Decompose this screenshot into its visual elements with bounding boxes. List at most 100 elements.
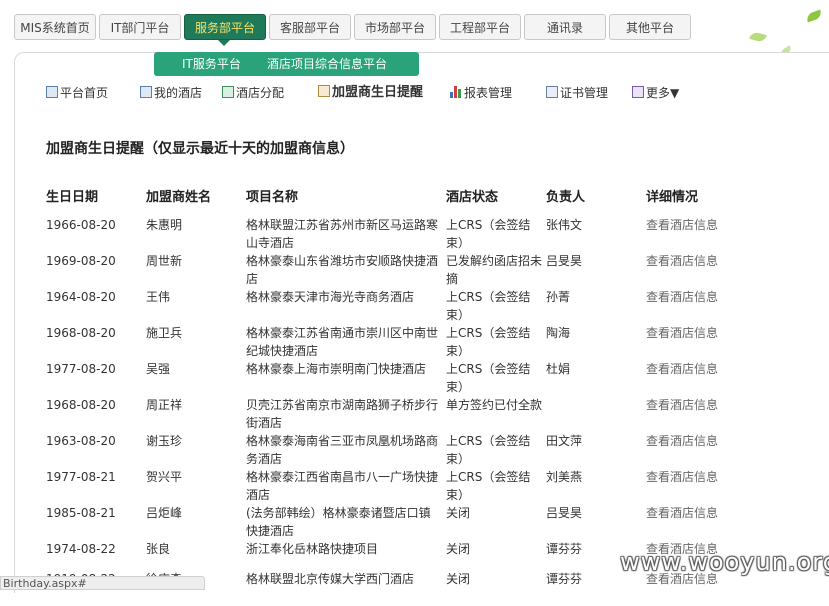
cell-hotel-status: 上CRS（会签结束） — [446, 470, 531, 502]
tab-it-platform[interactable]: IT部门平台 — [99, 14, 181, 40]
cell-hotel-status: 上CRS（会签结束） — [446, 362, 531, 394]
table-row: 1977-08-21 贺兴平 格林豪泰江西省南昌市八一广场快捷酒店 上CRS（会… — [46, 468, 766, 504]
cell-project-name: 格林联盟北京传媒大学西门酒店 — [246, 572, 415, 586]
cell-franchisee-name: 王伟 — [146, 290, 171, 304]
cell-birthday: 1974-08-22 — [46, 542, 116, 556]
view-hotel-info-link[interactable]: 查看酒店信息 — [646, 216, 756, 234]
cell-franchisee-name: 张良 — [146, 542, 171, 556]
cell-hotel-status: 已发解约函店招未摘 — [446, 254, 543, 286]
share-icon — [222, 86, 234, 98]
toolbar-item-birthday-reminder[interactable]: 加盟商生日提醒 — [318, 84, 423, 102]
toolbar-item-certificate-management[interactable]: 证书管理 — [546, 84, 608, 102]
page-icon — [140, 86, 152, 98]
sub-tab-it-service[interactable]: IT服务平台 — [182, 52, 241, 76]
cell-owner: 吕旻昊 — [546, 506, 583, 520]
top-navigation: MIS系统首页 IT部门平台 服务部平台 客服部平台 市场部平台 工程部平台 通… — [0, 14, 829, 42]
cell-owner: 吕旻昊 — [546, 254, 583, 268]
cell-birthday: 1968-08-20 — [46, 326, 116, 340]
cell-project-name: 浙江奉化岳林路快捷项目 — [246, 542, 379, 556]
view-hotel-info-link[interactable]: 查看酒店信息 — [646, 432, 756, 450]
table-row: 1977-08-20 吴强 格林豪泰上海市崇明南门快捷酒店 上CRS（会签结束）… — [46, 360, 766, 396]
cell-hotel-status: 上CRS（会签结束） — [446, 290, 531, 322]
column-header-hotel-status: 酒店状态 — [446, 190, 499, 205]
cell-birthday: 1977-08-21 — [46, 470, 116, 484]
tab-engineering-platform[interactable]: 工程部平台 — [439, 14, 521, 40]
table-row: 1963-08-20 谢玉珍 格林豪泰海南省三亚市凤凰机场路商务酒店 上CRS（… — [46, 432, 766, 468]
column-header-details: 详细情况 — [646, 190, 699, 205]
view-hotel-info-link[interactable]: 查看酒店信息 — [646, 360, 756, 378]
cell-franchisee-name: 贺兴平 — [146, 470, 183, 484]
tab-customer-service-platform[interactable]: 客服部平台 — [269, 14, 351, 40]
cell-hotel-status: 上CRS（会签结束） — [446, 218, 531, 250]
toolbar-item-more[interactable]: 更多▼ — [632, 84, 679, 102]
column-header-project-name: 项目名称 — [246, 190, 299, 205]
tab-other-platforms[interactable]: 其他平台 — [609, 14, 691, 40]
cell-project-name: 格林豪泰海南省三亚市凤凰机场路商务酒店 — [246, 434, 439, 466]
toolbar-item-platform-home[interactable]: 平台首页 — [46, 84, 108, 102]
cell-project-name: (法务部韩绘）格林豪泰诸暨店口镇快捷酒店 — [246, 506, 431, 538]
view-hotel-info-link[interactable]: 查看酒店信息 — [646, 504, 756, 522]
cell-franchisee-name: 周世新 — [146, 254, 183, 268]
cell-hotel-status: 上CRS（会签结束） — [446, 434, 531, 466]
cell-owner: 孙菁 — [546, 290, 571, 304]
cell-birthday: 1977-08-20 — [46, 362, 116, 376]
tab-mis-home[interactable]: MIS系统首页 — [14, 14, 96, 40]
column-header-birthday: 生日日期 — [46, 190, 99, 205]
view-hotel-info-link[interactable]: 查看酒店信息 — [646, 324, 756, 342]
toolbar-item-hotel-assign[interactable]: 酒店分配 — [222, 84, 284, 102]
column-header-owner: 负责人 — [546, 190, 586, 205]
toolbar-label: 我的酒店 — [154, 86, 203, 100]
tab-service-platform[interactable]: 服务部平台 — [184, 14, 266, 40]
toolbar-label: 报表管理 — [464, 86, 513, 100]
cell-project-name: 格林豪泰江西省南昌市八一广场快捷酒店 — [246, 470, 439, 502]
toolbar-item-report-management[interactable]: 报表管理 — [450, 84, 512, 102]
cell-hotel-status: 关闭 — [446, 506, 471, 520]
sub-navigation: IT服务平台 酒店项目综合信息平台 — [154, 52, 419, 76]
table-row: 1966-08-20 朱惠明 格林联盟江苏省苏州市新区马运路寒山寺酒店 上CRS… — [46, 216, 766, 252]
tab-marketing-platform[interactable]: 市场部平台 — [354, 14, 436, 40]
cell-franchisee-name: 施卫兵 — [146, 326, 183, 340]
tab-contacts[interactable]: 通讯录 — [524, 14, 606, 40]
more-icon — [632, 86, 644, 98]
toolbar-label: 证书管理 — [560, 86, 609, 100]
cell-project-name: 格林豪泰江苏省南通市崇川区中南世纪城快捷酒店 — [246, 326, 439, 358]
cell-hotel-status: 关闭 — [446, 542, 471, 556]
toolbar: 平台首页 我的酒店 酒店分配 加盟商生日提醒 报表管理 证书管理 更多▼ — [46, 84, 746, 104]
cell-birthday: 1985-08-21 — [46, 506, 116, 520]
view-hotel-info-link[interactable]: 查看酒店信息 — [646, 396, 756, 414]
sub-tab-hotel-project-info[interactable]: 酒店项目综合信息平台 — [267, 52, 387, 76]
view-hotel-info-link[interactable]: 查看酒店信息 — [646, 468, 756, 486]
view-hotel-info-link[interactable]: 查看酒店信息 — [646, 252, 756, 270]
cell-owner: 杜娟 — [546, 362, 571, 376]
toolbar-label: 更多▼ — [646, 86, 680, 100]
view-hotel-info-link[interactable]: 查看酒店信息 — [646, 288, 756, 306]
certificate-icon — [546, 86, 558, 98]
cell-project-name: 格林豪泰上海市崇明南门快捷酒店 — [246, 362, 427, 376]
cell-project-name: 格林豪泰山东省潍坊市安顺路快捷酒店 — [246, 254, 439, 286]
cell-birthday: 1964-08-20 — [46, 290, 116, 304]
cell-franchisee-name: 谢玉珍 — [146, 434, 183, 448]
cell-owner: 张伟文 — [546, 218, 583, 232]
table-row: 1968-08-20 周正祥 贝壳江苏省南京市湖南路狮子桥步行街酒店 单方签约已… — [46, 396, 766, 432]
cell-owner: 陶海 — [546, 326, 571, 340]
cell-franchisee-name: 朱惠明 — [146, 218, 183, 232]
toolbar-label: 平台首页 — [60, 86, 109, 100]
toolbar-label: 加盟商生日提醒 — [332, 85, 424, 100]
column-header-franchisee-name: 加盟商姓名 — [146, 190, 212, 205]
cell-birthday: 1968-08-20 — [46, 398, 116, 412]
page-icon — [46, 86, 58, 98]
cell-birthday: 1963-08-20 — [46, 434, 116, 448]
bar-chart-icon — [450, 86, 462, 98]
table-row: 1969-08-20 周世新 格林豪泰山东省潍坊市安顺路快捷酒店 已发解约函店招… — [46, 252, 766, 288]
table-row: 1985-08-21 吕炬峰 (法务部韩绘）格林豪泰诸暨店口镇快捷酒店 关闭 吕… — [46, 504, 766, 540]
cell-project-name: 格林联盟江苏省苏州市新区马运路寒山寺酒店 — [246, 218, 439, 250]
table-row: 1964-08-20 王伟 格林豪泰天津市海光寺商务酒店 上CRS（会签结束） … — [46, 288, 766, 324]
toolbar-item-my-hotels[interactable]: 我的酒店 — [140, 84, 202, 102]
browser-status-bar: Birthday.aspx# — [0, 576, 205, 590]
cell-owner: 田文萍 — [546, 434, 583, 448]
cell-franchisee-name: 吴强 — [146, 362, 171, 376]
cell-hotel-status: 单方签约已付全款 — [446, 398, 543, 412]
page-title: 加盟商生日提醒（仅显示最近十天的加盟商信息） — [46, 141, 354, 157]
table-row: 1968-08-20 施卫兵 格林豪泰江苏省南通市崇川区中南世纪城快捷酒店 上C… — [46, 324, 766, 360]
cell-hotel-status: 关闭 — [446, 572, 471, 586]
